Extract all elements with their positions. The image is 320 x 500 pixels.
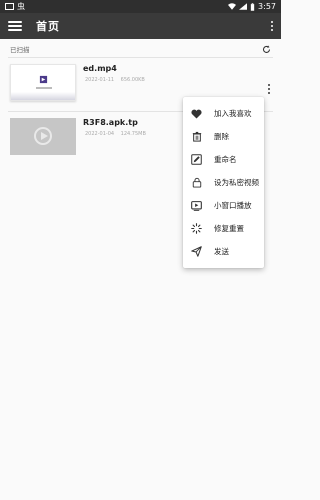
file-name: ed.mp4 — [83, 64, 117, 73]
section-label: 已扫描 — [10, 46, 30, 54]
menu-item-private[interactable]: 设为私密视频 — [183, 171, 264, 194]
menu-item-label: 重命名 — [214, 155, 237, 164]
pip-icon — [191, 200, 202, 211]
section-header: 已扫描 — [0, 41, 281, 57]
file-meta: 2022-01-04 124.75MB — [85, 131, 151, 137]
battery-icon — [250, 2, 255, 11]
status-bar: 虫 3:57 — [0, 0, 281, 13]
menu-item-label: 设为私密视频 — [214, 178, 259, 187]
item-more-icon[interactable] — [268, 84, 270, 94]
video-thumbnail[interactable] — [10, 64, 76, 101]
file-meta: 2022-01-11 656.00KB — [85, 77, 150, 83]
file-date: 2022-01-11 — [85, 77, 115, 83]
menu-item-rename[interactable]: 重命名 — [183, 148, 264, 171]
edit-icon — [191, 154, 202, 165]
status-time: 3:57 — [258, 2, 276, 11]
refresh-icon[interactable] — [262, 44, 271, 54]
menu-item-repair[interactable]: 修复重置 — [183, 217, 264, 240]
menu-item-favorite[interactable]: 加入我喜欢 — [183, 102, 264, 125]
menu-item-label: 发送 — [214, 247, 229, 256]
video-thumbnail[interactable] — [10, 118, 76, 155]
page-title: 首页 — [36, 20, 60, 33]
divider — [8, 57, 273, 58]
notification-box-icon — [5, 3, 14, 10]
file-size: 124.75MB — [120, 131, 146, 137]
context-menu: 加入我喜欢 删除 重命名 设为私密视频 小窗口播放 修复重置 发送 — [183, 97, 264, 268]
notification-glyph: 虫 — [17, 1, 25, 11]
repair-icon — [191, 223, 202, 234]
menu-icon[interactable] — [8, 21, 22, 31]
menu-item-label: 修复重置 — [214, 224, 244, 233]
menu-item-pip[interactable]: 小窗口播放 — [183, 194, 264, 217]
menu-item-delete[interactable]: 删除 — [183, 125, 264, 148]
overflow-menu-icon[interactable] — [271, 21, 273, 31]
signal-icon — [239, 3, 248, 10]
send-icon — [191, 246, 202, 257]
trash-icon — [192, 131, 201, 142]
file-name: R3F8.apk.tp — [83, 118, 138, 127]
lock-icon — [192, 177, 201, 188]
app-bar: 首页 — [0, 13, 281, 39]
menu-item-label: 删除 — [214, 132, 229, 141]
heart-icon — [191, 109, 202, 119]
file-size: 656.00KB — [120, 77, 145, 83]
wifi-icon — [228, 3, 237, 10]
file-date: 2022-01-04 — [85, 131, 115, 137]
menu-item-send[interactable]: 发送 — [183, 240, 264, 263]
menu-item-label: 加入我喜欢 — [214, 109, 252, 118]
menu-item-label: 小窗口播放 — [214, 201, 252, 210]
play-icon — [34, 127, 52, 145]
app-logo-icon — [39, 75, 48, 84]
